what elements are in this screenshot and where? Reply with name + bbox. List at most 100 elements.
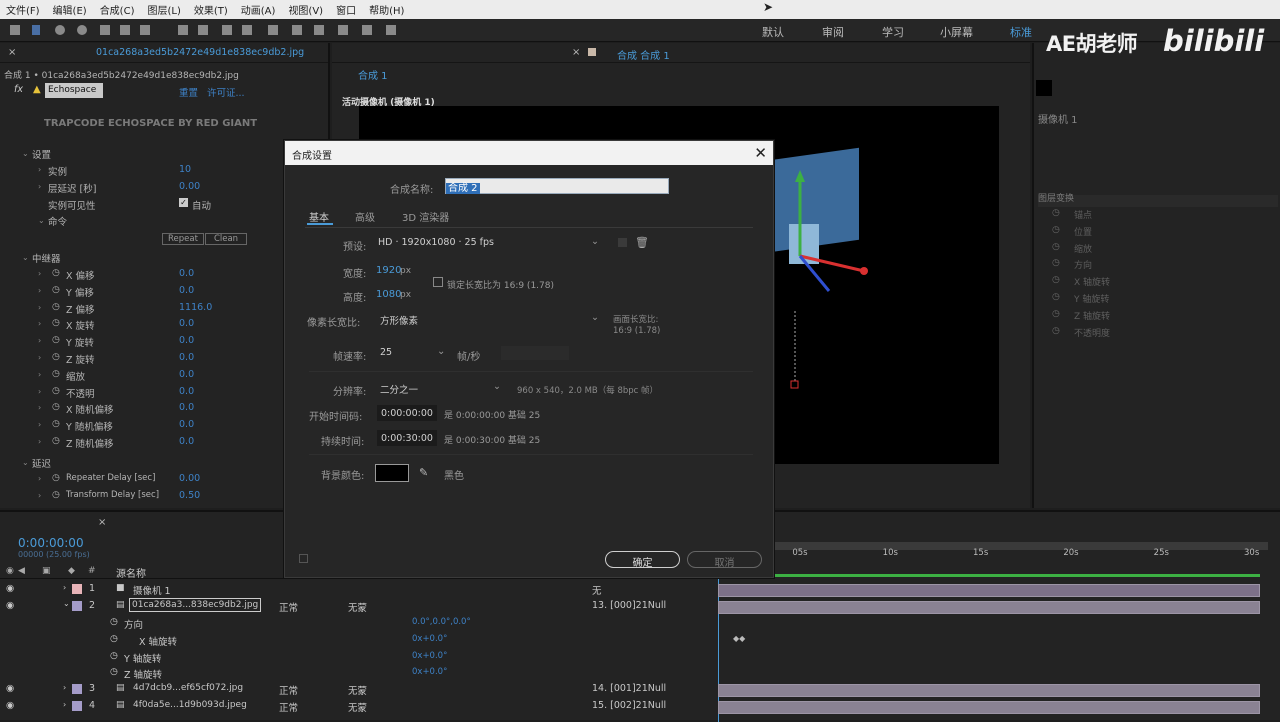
stopwatch-icon[interactable]: ◷ [52,386,60,396]
chevron-right-icon[interactable]: › [38,474,41,483]
layer-subprop-row[interactable]: ◷ X 轴旋转 0x+0.0° [0,632,710,649]
layer-parent[interactable]: 14. [001]21Null [592,683,666,694]
height-value[interactable]: 1080 [376,289,401,300]
chevron-right-icon[interactable]: › [63,583,66,592]
instances-value[interactable]: 10 [179,164,191,175]
chevron-down-icon[interactable]: ⌄ [22,458,29,467]
label-swatch[interactable] [72,684,82,694]
close-icon[interactable]: × [8,47,16,58]
eye-icon[interactable]: ◉ [6,683,14,694]
visibility-checkbox[interactable]: ✓ [179,198,188,207]
eyedropper-icon[interactable]: ✎ [419,466,428,479]
delay-group[interactable]: 延迟 [32,456,51,470]
repeater-prop-value[interactable]: 0.0 [179,285,194,296]
fps-input[interactable]: 25 [377,345,423,361]
repeater-prop-value[interactable]: 0.0 [179,402,194,413]
chevron-right-icon[interactable]: › [38,336,41,345]
chevron-right-icon[interactable]: › [38,319,41,328]
menu-view[interactable]: 视图(V) [288,2,323,17]
ok-button[interactable]: 确定 [605,551,680,569]
save-preset-icon[interactable] [618,238,627,247]
delete-preset-icon[interactable]: 🗑 [635,236,649,249]
eye-icon[interactable]: ◉ [6,566,14,576]
stopwatch-icon[interactable]: ◷ [52,352,60,362]
menu-window[interactable]: 窗口 [336,2,356,17]
track-matte[interactable]: 无蒙 [348,600,367,614]
eye-icon[interactable]: ◉ [6,583,14,594]
stopwatch-icon[interactable]: ◷ [1052,309,1060,319]
workspace-small-screen[interactable]: 小屏幕 [940,24,973,40]
tab-basic[interactable]: 基本 [309,209,329,224]
chevron-right-icon[interactable]: › [38,370,41,379]
chevron-right-icon[interactable]: › [38,437,41,446]
viewer-subtab[interactable]: 合成 1 [358,67,388,82]
subprop-value[interactable]: 0x+0.0° [412,667,447,677]
repeater-prop-value[interactable]: 0.0 [179,318,194,329]
label-swatch[interactable] [72,601,82,611]
chevron-right-icon[interactable]: › [38,182,41,191]
chevron-right-icon[interactable]: › [38,491,41,500]
layer-bar[interactable] [718,684,1260,697]
layer-name[interactable]: 4d7dcb9...ef65cf072.jpg [133,683,243,693]
layer-row[interactable]: ◉ › 3 ▤ 4d7dcb9...ef65cf072.jpg 正常 无蒙 14… [0,681,710,698]
chevron-right-icon[interactable]: › [38,165,41,174]
comp-name-input[interactable]: 合成 2 [445,178,669,194]
stopwatch-icon[interactable]: ◷ [52,402,60,412]
stopwatch-icon[interactable]: ◷ [1052,275,1060,285]
stopwatch-icon[interactable]: ◷ [52,436,60,446]
repeater-prop-value[interactable]: 1116.0 [179,302,212,313]
menu-animation[interactable]: 动画(A) [241,2,276,17]
layer-bar[interactable] [718,701,1260,714]
eye-icon[interactable]: ◉ [6,600,14,611]
track-matte[interactable]: 无蒙 [348,700,367,714]
chevron-right-icon[interactable]: › [38,286,41,295]
repeater-prop-value[interactable]: 0.0 [179,419,194,430]
chevron-right-icon[interactable]: › [38,403,41,412]
repeat-button[interactable]: Repeat [162,233,204,245]
cancel-button[interactable]: 取消 [687,551,762,569]
pixel-aspect-select[interactable]: 方形像素 ⌄ [377,311,603,327]
stopwatch-icon[interactable]: ◷ [1052,225,1060,235]
stopwatch-icon[interactable]: ◷ [52,285,60,295]
chevron-down-icon[interactable]: ⌄ [63,599,70,608]
menu-file[interactable]: 文件(F) [6,2,40,17]
layer-parent[interactable]: 无 [592,583,602,597]
license-link[interactable]: 许可证... [207,85,245,99]
effect-name[interactable]: Echospace [45,83,103,98]
repeater-prop-value[interactable]: 0.0 [179,436,194,447]
chevron-right-icon[interactable]: › [63,700,66,709]
viewer-tab[interactable]: 合成 合成 1 [617,47,670,62]
stopwatch-icon[interactable]: ◷ [52,473,60,483]
track-matte[interactable]: 无蒙 [348,683,367,697]
chevron-right-icon[interactable]: › [38,353,41,362]
blend-mode[interactable]: 正常 [279,600,298,614]
chevron-right-icon[interactable]: › [63,683,66,692]
layer-parent[interactable]: 13. [000]21Null [592,600,666,611]
subprop-value[interactable]: 0.0°,0.0°,0.0° [412,617,471,627]
fx-tab[interactable]: 01ca268a3ed5b2472e49d1e838ec9db2.jpg [96,47,304,58]
settings-group[interactable]: 设置 [32,147,51,161]
menu-composition[interactable]: 合成(C) [100,2,135,17]
chevron-down-icon[interactable]: ⌄ [22,149,29,158]
blend-mode[interactable]: 正常 [279,683,298,697]
stopwatch-icon[interactable]: ◷ [110,617,118,627]
layer-name[interactable]: 4f0da5e...1d9b093d.jpeg [133,700,247,710]
chevron-right-icon[interactable]: › [38,303,41,312]
stopwatch-icon[interactable]: ◷ [1052,326,1060,336]
stopwatch-icon[interactable]: ◷ [1052,208,1060,218]
close-icon[interactable]: ✕ [754,144,767,162]
close-icon[interactable]: × [98,517,106,528]
stopwatch-icon[interactable]: ◷ [52,419,60,429]
tab-advanced[interactable]: 高级 [355,209,375,224]
blend-mode[interactable]: 正常 [279,700,298,714]
workspace-review[interactable]: 审阅 [822,24,844,40]
layer-row-2[interactable]: ◉ ⌄ 2 ▤ 01ca268a3...838ec9db2.jpg 正常 无蒙 … [0,598,710,615]
start-timecode-input[interactable]: 0:00:00:00 [377,405,437,421]
layer-bar-1[interactable] [718,584,1260,597]
close-icon[interactable]: × [572,47,580,58]
workspace-standard[interactable]: 标准 [1010,24,1032,40]
repeater-prop-value[interactable]: 0.0 [179,369,194,380]
repeater-prop-value[interactable]: 0.0 [179,386,194,397]
stopwatch-icon[interactable]: ◷ [110,667,118,677]
chevron-right-icon[interactable]: › [38,420,41,429]
